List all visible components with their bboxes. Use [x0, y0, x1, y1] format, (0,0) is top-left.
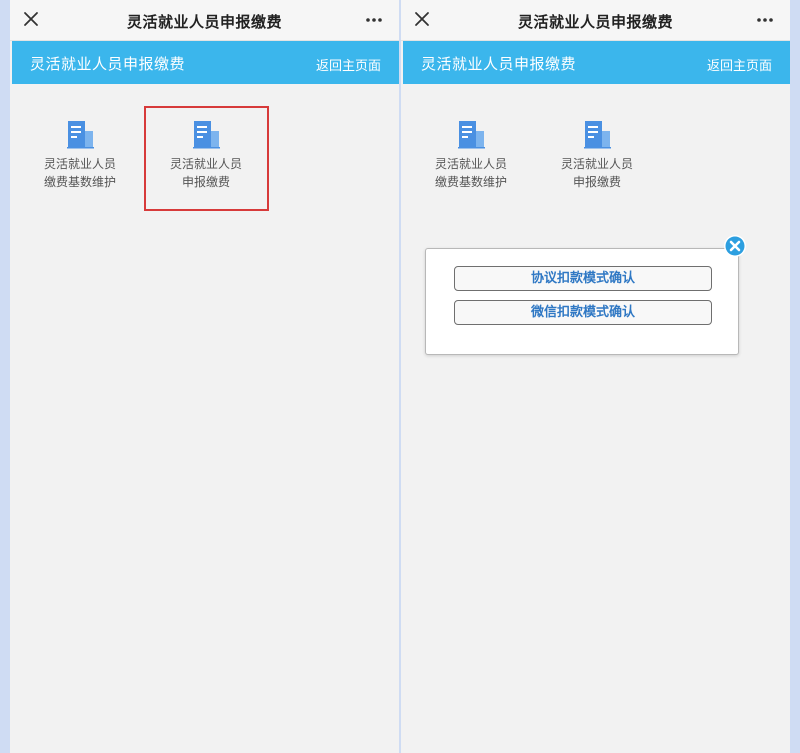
app-header: 灵活就业人员申报缴费 返回主页面: [403, 41, 790, 84]
tile-label-line1: 灵活就业人员: [43, 157, 116, 171]
header-title: 灵活就业人员申报缴费: [421, 55, 577, 73]
window-title-bar: 灵活就业人员申报缴费: [10, 0, 399, 41]
window-title: 灵活就业人员申报缴费: [517, 13, 673, 31]
document-building-icon: [67, 121, 94, 149]
document-building-icon: [458, 121, 485, 149]
phone-screen-left: 灵活就业人员申报缴费 灵活就业人员申报缴费 返回主页面 灵活就业人员 缴费基数维…: [10, 0, 399, 753]
app-header: 灵活就业人员申报缴费 返回主页面: [12, 41, 399, 84]
more-options-icon[interactable]: [756, 12, 774, 28]
return-home-link[interactable]: 返回主页面: [316, 55, 381, 74]
tile-label-line2: 申报缴费: [572, 175, 621, 189]
more-options-icon[interactable]: [365, 12, 383, 28]
tile-contribution-base-maintenance[interactable]: 灵活就业人员 缴费基数维护: [28, 115, 132, 205]
tile-label-line1: 灵活就业人员: [434, 157, 507, 171]
highlight-box: [144, 106, 269, 211]
dialog-close-icon[interactable]: [723, 234, 747, 258]
window-title-bar: 灵活就业人员申报缴费: [401, 0, 790, 41]
return-home-link[interactable]: 返回主页面: [707, 55, 772, 74]
tile-contribution-base-maintenance[interactable]: 灵活就业人员 缴费基数维护: [419, 115, 523, 205]
tile-label: 灵活就业人员 缴费基数维护: [28, 155, 132, 191]
tile-label: 灵活就业人员 申报缴费: [545, 155, 649, 191]
tile-label: 灵活就业人员 缴费基数维护: [419, 155, 523, 191]
phone-screen-right: 灵活就业人员申报缴费 灵活就业人员申报缴费 返回主页面 灵活就业人员 缴费基数维…: [401, 0, 790, 753]
wechat-deduction-confirm-button[interactable]: 微信扣款模式确认: [454, 300, 712, 325]
tile-label-line1: 灵活就业人员: [560, 157, 633, 171]
window-title: 灵活就业人员申报缴费: [126, 13, 282, 31]
payment-mode-dialog: 协议扣款模式确认 微信扣款模式确认: [425, 248, 739, 355]
header-title: 灵活就业人员申报缴费: [30, 55, 186, 73]
agreement-deduction-confirm-button[interactable]: 协议扣款模式确认: [454, 266, 712, 291]
tile-declare-payment[interactable]: 灵活就业人员 申报缴费: [545, 115, 649, 205]
tile-label-line2: 缴费基数维护: [43, 175, 116, 189]
document-building-icon: [584, 121, 611, 149]
tile-label-line2: 缴费基数维护: [434, 175, 507, 189]
